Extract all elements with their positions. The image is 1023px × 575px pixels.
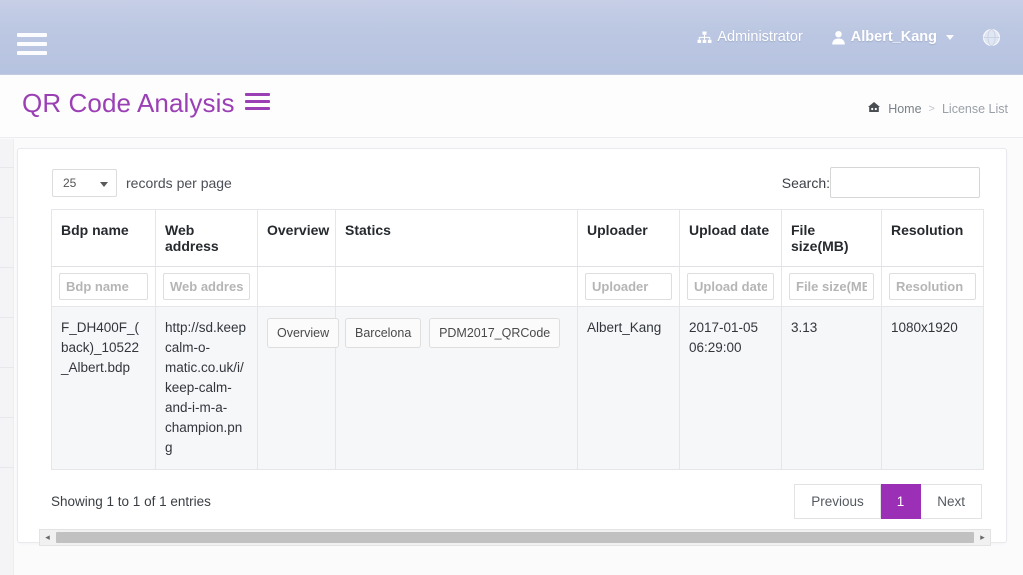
app-root: Administrator Albert_Kang QR Code Analys… bbox=[0, 0, 1023, 575]
search-input[interactable] bbox=[830, 167, 980, 198]
nav-item-administrator[interactable]: Administrator bbox=[683, 0, 816, 75]
breadcrumb-separator: > bbox=[928, 102, 935, 115]
home-icon bbox=[867, 101, 881, 116]
column-header-upload-date[interactable]: Upload date bbox=[679, 209, 782, 267]
overview-button[interactable]: Overview bbox=[267, 318, 340, 348]
pagination-next[interactable]: Next bbox=[921, 484, 982, 519]
cell-resolution: 1080x1920 bbox=[881, 306, 984, 470]
page-header: QR Code Analysis Home > License List bbox=[0, 75, 1023, 138]
search-control: Search: bbox=[782, 167, 980, 198]
table-head: Bdp name Web address Overview Statics Up… bbox=[51, 209, 984, 307]
breadcrumb-current: License List bbox=[941, 101, 1008, 116]
statics-tag-button[interactable]: Barcelona bbox=[345, 318, 422, 348]
rail-divider bbox=[0, 267, 14, 268]
filter-cell-uploader bbox=[577, 266, 680, 307]
table-info-text: Showing 1 to 1 of 1 entries bbox=[51, 494, 211, 509]
records-per-page-select[interactable]: 25 bbox=[52, 169, 117, 197]
scrollbar-thumb[interactable] bbox=[56, 532, 974, 543]
navbar-right-menu: Administrator Albert_Kang bbox=[683, 0, 1023, 75]
hamburger-icon-bar bbox=[17, 51, 47, 55]
collapsed-sidebar-rail bbox=[0, 139, 14, 575]
rail-divider bbox=[0, 367, 14, 368]
filter-input-uploader[interactable] bbox=[585, 273, 672, 300]
pagination-page-1[interactable]: 1 bbox=[880, 484, 922, 519]
datatable-footer: Showing 1 to 1 of 1 entries Previous 1 N… bbox=[18, 484, 1008, 524]
rail-divider bbox=[0, 167, 14, 168]
search-label: Search: bbox=[781, 174, 830, 191]
bars-icon[interactable] bbox=[244, 93, 270, 114]
cell-file-size: 3.13 bbox=[781, 306, 882, 470]
rail-divider bbox=[0, 217, 14, 218]
cell-statics: Barcelona PDM2017_QRCode bbox=[335, 306, 578, 470]
filter-cell-overview bbox=[257, 266, 336, 307]
nav-item-language[interactable] bbox=[968, 0, 1015, 75]
user-icon bbox=[831, 30, 846, 45]
page-title-text: QR Code Analysis bbox=[22, 88, 235, 118]
column-header-uploader[interactable]: Uploader bbox=[577, 209, 680, 267]
datatable-card: 25 records per page Search: Bdp name Web… bbox=[17, 148, 1007, 543]
nav-item-user-menu[interactable]: Albert_Kang bbox=[817, 0, 968, 75]
scroll-left-arrow-icon[interactable]: ◂ bbox=[40, 530, 55, 545]
column-header-bdp-name[interactable]: Bdp name bbox=[51, 209, 156, 267]
pagination-previous[interactable]: Previous bbox=[794, 484, 881, 519]
nav-item-label: Administrator bbox=[717, 29, 803, 45]
table-filter-row bbox=[51, 266, 984, 307]
column-header-resolution[interactable]: Resolution bbox=[881, 209, 984, 267]
column-header-overview[interactable]: Overview bbox=[257, 209, 336, 267]
filter-input-upload-date[interactable] bbox=[687, 273, 774, 300]
filter-input-web-address[interactable] bbox=[163, 273, 250, 300]
cell-overview: Overview bbox=[257, 306, 340, 470]
filter-input-bdp-name[interactable] bbox=[59, 273, 148, 300]
table-header-row: Bdp name Web address Overview Statics Up… bbox=[51, 209, 984, 267]
filter-cell-resolution bbox=[881, 266, 984, 307]
table-body: F_DH400F_(back)_10522_Albert.bdp http://… bbox=[51, 306, 984, 470]
pagination: Previous 1 Next bbox=[794, 484, 982, 519]
nav-item-label: Albert_Kang bbox=[850, 29, 937, 45]
rail-divider bbox=[0, 467, 14, 468]
filter-input-file-size[interactable] bbox=[789, 273, 874, 300]
filter-input-resolution[interactable] bbox=[889, 273, 976, 300]
breadcrumb: Home > License List bbox=[867, 101, 1008, 116]
column-header-file-size[interactable]: File size(MB) bbox=[781, 209, 882, 267]
top-navbar: Administrator Albert_Kang bbox=[0, 0, 1023, 75]
rail-divider bbox=[0, 417, 14, 418]
cell-uploader: Albert_Kang bbox=[577, 306, 680, 470]
page-length-control: 25 records per page bbox=[52, 169, 232, 197]
hamburger-icon-bar bbox=[17, 33, 47, 37]
records-per-page-label: records per page bbox=[126, 175, 232, 191]
breadcrumb-home[interactable]: Home bbox=[888, 102, 921, 116]
chevron-down-icon bbox=[946, 35, 954, 40]
table-row: F_DH400F_(back)_10522_Albert.bdp http://… bbox=[51, 306, 984, 470]
filter-cell-statics bbox=[335, 266, 578, 307]
filter-cell-upload-date bbox=[679, 266, 782, 307]
filter-cell-file-size bbox=[781, 266, 882, 307]
statics-tag-button[interactable]: PDM2017_QRCode bbox=[429, 318, 561, 348]
cell-bdp-name: F_DH400F_(back)_10522_Albert.bdp bbox=[51, 306, 156, 470]
filter-cell-bdp-name bbox=[51, 266, 156, 307]
license-table: Bdp name Web address Overview Statics Up… bbox=[51, 209, 984, 470]
sidebar-toggle-button[interactable] bbox=[17, 33, 47, 55]
rail-divider bbox=[0, 317, 14, 318]
column-header-statics[interactable]: Statics bbox=[335, 209, 578, 267]
scroll-right-arrow-icon[interactable]: ▸ bbox=[975, 530, 990, 545]
datatable-scroll-area: Bdp name Web address Overview Statics Up… bbox=[51, 209, 984, 470]
cell-web-address: http://sd.keepcalm-o-matic.co.uk/i/keep-… bbox=[155, 306, 258, 470]
hamburger-icon-bar bbox=[17, 42, 47, 46]
chevron-down-icon bbox=[100, 182, 108, 187]
cell-upload-date: 2017-01-05 06:29:00 bbox=[679, 306, 782, 470]
records-per-page-value: 25 bbox=[63, 176, 77, 190]
globe-icon bbox=[982, 28, 1001, 47]
column-header-web-address[interactable]: Web address bbox=[155, 209, 258, 267]
sitemap-icon bbox=[697, 31, 712, 44]
filter-cell-web-address bbox=[155, 266, 258, 307]
page-title: QR Code Analysis bbox=[22, 88, 270, 119]
datatable-toolbar: 25 records per page Search: bbox=[18, 149, 1006, 207]
horizontal-scrollbar[interactable]: ◂ ▸ bbox=[39, 529, 991, 546]
